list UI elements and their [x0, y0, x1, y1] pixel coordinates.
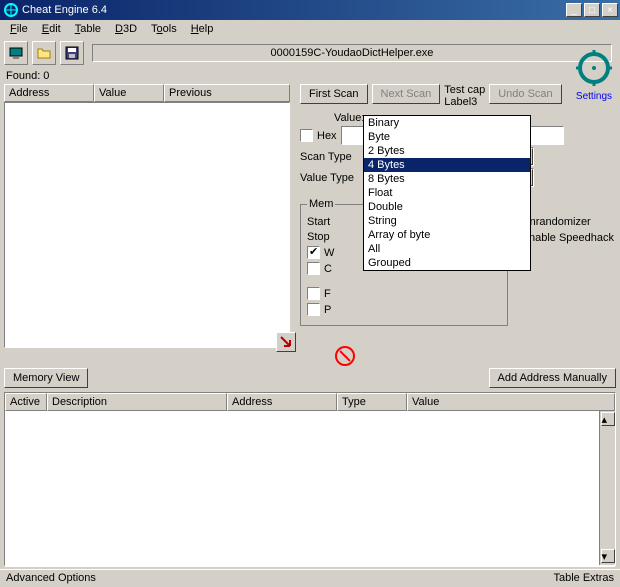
writable-checkbox[interactable]: ✔ [307, 246, 320, 259]
scroll-down-button[interactable]: ▾ [601, 549, 615, 563]
hex-checkbox[interactable] [300, 129, 313, 142]
toolbar: 0000159C-YoudaoDictHelper.exe [0, 38, 620, 68]
value-type-option[interactable]: Array of byte [364, 228, 530, 242]
process-name-bar[interactable]: 0000159C-YoudaoDictHelper.exe [92, 44, 612, 62]
memory-scan-legend: Mem [307, 198, 335, 210]
value-type-option[interactable]: 4 Bytes [364, 158, 530, 172]
memory-view-button[interactable]: Memory View [4, 368, 88, 388]
folder-open-icon [36, 45, 52, 61]
col-type[interactable]: Type [337, 393, 407, 411]
process-list-button[interactable] [4, 41, 28, 65]
scan-results-panel: Address Value Previous [4, 84, 290, 348]
fast-label: F [324, 288, 331, 300]
statusbar: Advanced Options Table Extras [0, 569, 620, 587]
value-type-option[interactable]: All [364, 242, 530, 256]
menubar: File Edit Table D3D Tools Help [0, 20, 620, 38]
start-label: Start [307, 216, 337, 228]
no-scan-icon [335, 346, 355, 366]
save-button[interactable] [60, 41, 84, 65]
value-type-option[interactable]: Byte [364, 130, 530, 144]
cheat-engine-logo-icon [574, 48, 614, 88]
value-type-option[interactable]: 8 Bytes [364, 172, 530, 186]
col-active[interactable]: Active [5, 393, 47, 411]
col-value[interactable]: Value [94, 84, 164, 102]
value-type-option[interactable]: Binary [364, 116, 530, 130]
open-button[interactable] [32, 41, 56, 65]
col-value2[interactable]: Value [407, 393, 615, 411]
hex-label: Hex [317, 130, 337, 142]
computer-icon [8, 45, 24, 61]
window-title: Cheat Engine 6.4 [22, 4, 566, 16]
menu-edit[interactable]: Edit [36, 21, 67, 37]
value-type-option[interactable]: 2 Bytes [364, 144, 530, 158]
minimize-button[interactable]: _ [566, 3, 582, 17]
maximize-button[interactable]: □ [584, 3, 600, 17]
value-type-option[interactable]: Double [364, 200, 530, 214]
close-button[interactable]: × [602, 3, 618, 17]
undo-scan-button: Undo Scan [489, 84, 561, 104]
copyonwrite-label: C [324, 263, 332, 275]
address-list[interactable] [5, 411, 615, 567]
unrandomizer-label: Unrandomizer [522, 216, 591, 228]
advanced-options-link[interactable]: Advanced Options [6, 572, 96, 585]
vertical-scrollbar[interactable]: ▴ ▾ [599, 411, 615, 565]
col-previous[interactable]: Previous [164, 84, 290, 102]
found-count-label: Found: 0 [0, 68, 620, 84]
scan-results-header: Address Value Previous [4, 84, 290, 102]
writable-label: W [324, 247, 334, 259]
menu-file[interactable]: File [4, 21, 34, 37]
speedhack-label: Enable Speedhack [522, 232, 614, 244]
scan-type-label: Scan Type [300, 151, 360, 163]
process-name-label: 0000159C-YoudaoDictHelper.exe [271, 47, 434, 59]
value-type-dropdown[interactable]: BinaryByte2 Bytes4 Bytes8 BytesFloatDoub… [363, 115, 531, 271]
paused-label: P [324, 304, 331, 316]
menu-d3d[interactable]: D3D [109, 21, 143, 37]
scroll-up-button[interactable]: ▴ [601, 412, 615, 426]
app-icon [3, 2, 19, 18]
fast-checkbox[interactable] [307, 287, 320, 300]
value-type-option[interactable]: Grouped [364, 256, 530, 270]
stop-label: Stop [307, 231, 337, 243]
value-type-option[interactable]: Float [364, 186, 530, 200]
col-address[interactable]: Address [4, 84, 94, 102]
test-cap-label: Test cap [444, 84, 485, 96]
next-scan-button: Next Scan [372, 84, 441, 104]
col-address2[interactable]: Address [227, 393, 337, 411]
address-list-panel: Active Description Address Type Value ▴ … [4, 392, 616, 566]
floppy-icon [64, 45, 80, 61]
value-type-label: Value Type [300, 172, 360, 184]
value-label: Value: [334, 112, 364, 124]
paused-checkbox[interactable] [307, 303, 320, 316]
menu-help[interactable]: Help [185, 21, 220, 37]
copyonwrite-checkbox[interactable] [307, 262, 320, 275]
scan-results-list[interactable] [4, 102, 290, 348]
table-extras-link[interactable]: Table Extras [553, 572, 614, 585]
menu-table[interactable]: Table [69, 21, 107, 37]
arrow-down-right-icon [279, 335, 293, 349]
label3-label: Label3 [444, 96, 485, 108]
col-description[interactable]: Description [47, 393, 227, 411]
first-scan-button[interactable]: First Scan [300, 84, 368, 104]
value-type-option[interactable]: String [364, 214, 530, 228]
menu-tools[interactable]: Tools [145, 21, 183, 37]
add-to-list-button[interactable] [276, 332, 296, 352]
titlebar: Cheat Engine 6.4 _ □ × [0, 0, 620, 20]
add-address-manually-button[interactable]: Add Address Manually [489, 368, 616, 388]
